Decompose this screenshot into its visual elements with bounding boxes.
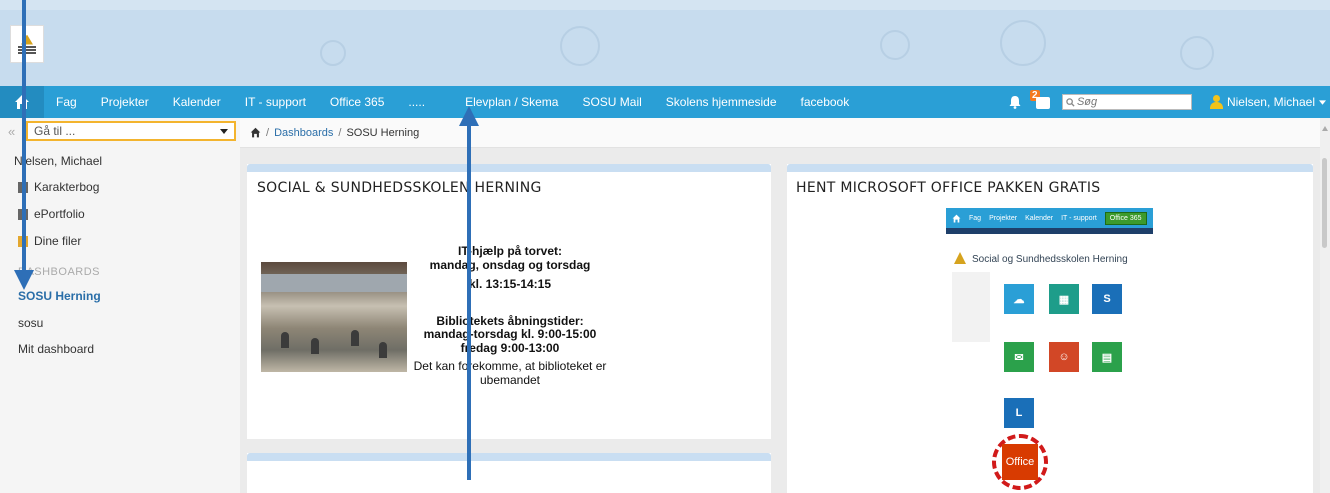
scroll-up-icon[interactable] [1322,126,1328,131]
user-menu[interactable]: Nielsen, Michael [1209,95,1330,109]
shot-nav-item: IT - support [1061,214,1097,222]
search-icon [1066,97,1075,107]
library-heading: Bibliotekets åbningstider: [436,314,584,328]
onedrive-tile: ☁ [1004,284,1034,314]
user-icon [1209,95,1223,109]
sidebar-dashboard-sosu[interactable]: sosu [18,316,43,330]
nav-facebook[interactable]: facebook [789,95,862,109]
shot-title: Social og Sundhedsskolen Herning [972,254,1128,265]
library-note-line1: Det kan forekomme, at biblioteket er [413,359,607,373]
goto-select[interactable]: Gå til ... [26,121,236,141]
main-navbar: Fag Projekter Kalender IT - support Offi… [0,86,1330,118]
tasks-button[interactable]: 2 [1029,90,1052,110]
user-name: Nielsen, Michael [1226,95,1315,109]
nav-office-365[interactable]: Office 365 [318,95,396,109]
school-logo[interactable] [10,25,44,63]
chevron-down-icon [1319,99,1326,105]
it-help-days: mandag, onsdag og torsdag [429,258,591,272]
site-banner [0,0,1330,86]
library-note-line2: ubemandet [479,373,541,387]
sidebar-item-label: Dine filer [34,234,82,248]
search-input[interactable] [1076,96,1187,108]
goto-select-value: Gå til ... [34,124,76,138]
nav-fag[interactable]: Fag [44,95,89,109]
people-tile: ☺ [1049,342,1079,372]
nav-projekter[interactable]: Projekter [89,95,161,109]
sidebar-item-karakterbog[interactable]: Karakterbog [18,180,99,194]
office-download-panel: HENT MICROSOFT OFFICE PAKKEN GRATIS Fag … [787,164,1313,493]
school-info-panel: SOCIAL & SUNDHEDSSKOLEN HERNING IT-hjælp… [247,164,771,439]
breadcrumb-dashboards-link[interactable]: Dashboards [274,127,333,139]
sidebar: « Gå til ... Nielsen, Michael Karakterbo… [0,118,240,493]
collapse-sidebar-icon[interactable]: « [8,124,15,139]
search-box[interactable] [1061,94,1192,110]
outlook-tile: ✉ [1004,342,1034,372]
library-weekday-hours: mandag-torsdag kl. 9:00-15:00 [423,327,597,341]
lync-tile: L [1004,398,1034,428]
shot-nav-item: Projekter [989,214,1018,222]
sidebar-item-eportfolio[interactable]: ePortfolio [18,207,85,221]
panel-title: SOCIAL & SUNDHEDSSKOLEN HERNING [257,180,542,196]
page-scrollbar[interactable] [1320,118,1330,493]
home-icon[interactable] [250,127,261,138]
sidebar-item-dine-filer[interactable]: Dine filer [18,234,81,248]
office-instructions-image[interactable]: Fag Projekter Kalender IT - support Offi… [946,208,1153,493]
shot-nav-item: Fag [969,214,982,222]
nav-it-support[interactable]: IT - support [233,95,318,109]
it-help-time: kl. 13:15-14:15 [468,277,552,291]
nav-sosu-mail[interactable]: SOSU Mail [570,95,653,109]
cafeteria-photo [261,262,407,372]
checkbox-icon [1035,97,1050,109]
shot-nav-item-highlighted: Office 365 [1104,211,1147,225]
calendar-tile: ▤ [1092,342,1122,372]
sidebar-item-label: Karakterbog [34,180,100,194]
nav-kalender[interactable]: Kalender [161,95,233,109]
dropdown-caret-icon [220,128,228,134]
office-logo: Office [1002,444,1038,480]
scrollbar-thumb[interactable] [1322,158,1327,248]
shot-nav-item: Kalender [1025,214,1054,222]
nav-skolens-hjemmeside[interactable]: Skolens hjemmeside [654,95,789,109]
library-friday-hours: fredag 9:00-13:00 [460,341,560,355]
breadcrumb-current: SOSU Herning [346,126,420,139]
nav-more[interactable]: ..... [396,95,437,109]
banner-pattern [0,10,1330,86]
sidebar-dashboard-sosu-herning[interactable]: SOSU Herning [18,289,101,303]
sidebar-user[interactable]: Nielsen, Michael [14,154,102,168]
sway-tile: ▦ [1049,284,1079,314]
bell-icon[interactable] [1008,95,1022,109]
sidebar-item-label: ePortfolio [34,207,85,221]
office-download-highlight[interactable]: Office [992,434,1048,490]
dashboard-panel-empty [247,453,771,493]
it-help-heading: IT-hjælp på torvet: [457,244,562,258]
panel-title: HENT MICROSOFT OFFICE PAKKEN GRATIS [796,180,1101,196]
sharepoint-tile: S [1092,284,1122,314]
breadcrumb: / Dashboards / SOSU Herning [240,118,1330,148]
nav-elevplan-skema[interactable]: Elevplan / Skema [437,95,570,109]
sidebar-dashboard-mit[interactable]: Mit dashboard [18,342,94,356]
home-icon [952,214,961,222]
